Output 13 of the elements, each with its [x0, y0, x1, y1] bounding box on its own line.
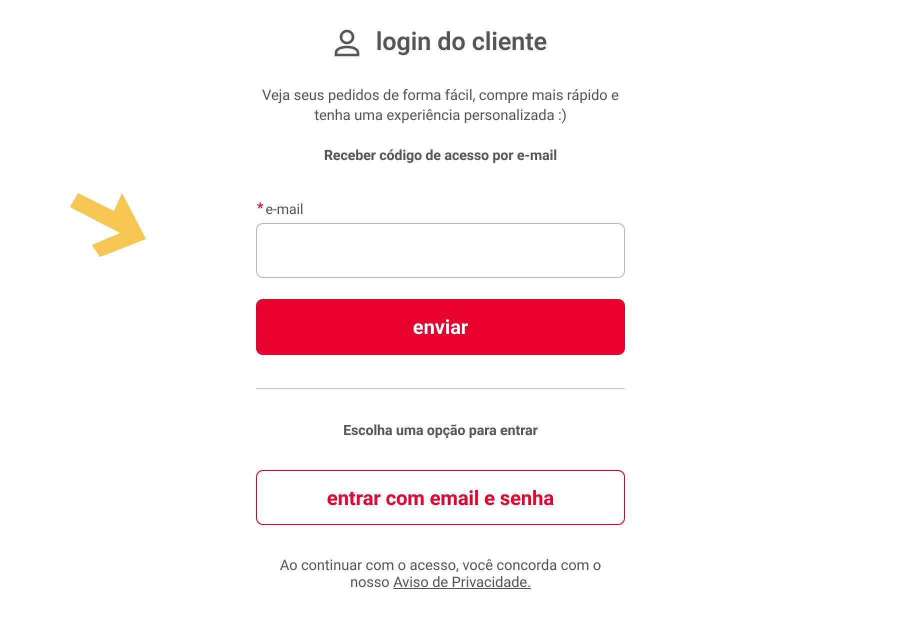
- email-field[interactable]: [256, 223, 625, 278]
- field-label: *e-mail: [257, 201, 304, 219]
- send-button[interactable]: enviar: [256, 299, 625, 355]
- section-heading: Receber código de acesso por e-mail: [324, 147, 558, 166]
- intro-text: Veja seus pedidos de forma fácil, compre mais rápido e tenha uma experiência personalizada :): [261, 86, 620, 126]
- page-title: login do cliente: [376, 27, 548, 60]
- section-heading: Escolha uma opção para entrar: [343, 422, 538, 441]
- privacy-link[interactable]: Aviso de Privacidade.: [393, 574, 531, 591]
- required-mark: *: [257, 201, 264, 215]
- password-login-button[interactable]: entrar com email e senha: [256, 470, 625, 525]
- user-icon: [334, 29, 360, 57]
- arrow-icon: [70, 193, 148, 257]
- privacy-notice: Ao continuar com o acesso, você concorda com o nosso Aviso de Privacidade.: [278, 557, 602, 591]
